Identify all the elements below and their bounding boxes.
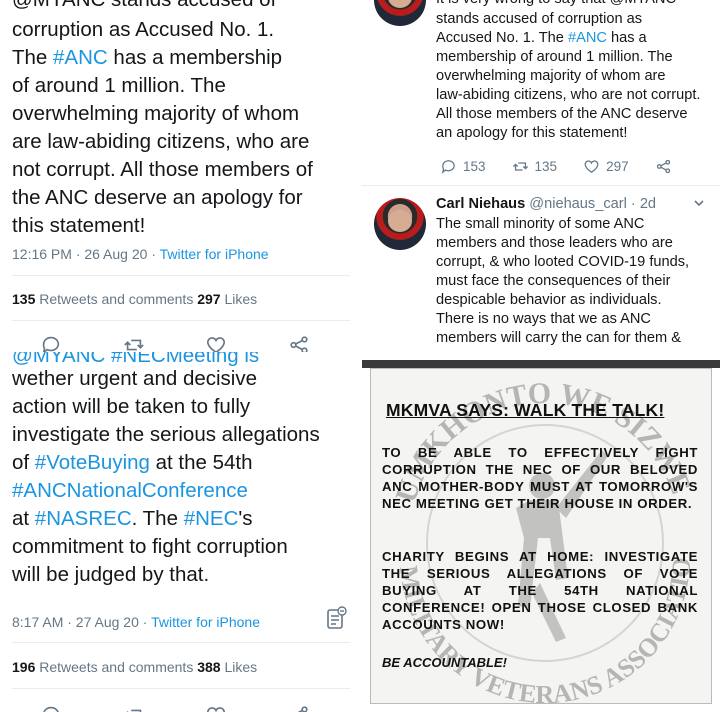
action-bar bbox=[0, 704, 340, 712]
tweet-detail-2: @MYANC #NECMeeting is wether urgent and … bbox=[0, 352, 358, 712]
poster-footer: BE ACCOUNTABLE! bbox=[382, 655, 507, 670]
hashtag-link[interactable]: #ANC bbox=[568, 30, 607, 46]
hashtag-link[interactable]: #VoteBuying bbox=[35, 451, 150, 474]
like-icon bbox=[584, 160, 599, 173]
share-icon bbox=[656, 159, 670, 174]
tweet-text-partial: It is very wrong to say that @MYANC bbox=[436, 0, 676, 9]
poster-border bbox=[362, 360, 720, 368]
action-bar: 153 135 297 bbox=[440, 158, 672, 175]
document-icon[interactable] bbox=[326, 606, 348, 635]
hashtag-link[interactable]: #ANC bbox=[53, 46, 108, 69]
share-button[interactable] bbox=[655, 158, 672, 175]
timeline-panel: It is very wrong to say that @MYANC stan… bbox=[362, 0, 720, 360]
hashtag-link[interactable]: #NASREC bbox=[35, 507, 132, 530]
like-icon[interactable] bbox=[205, 704, 227, 712]
avatar[interactable] bbox=[374, 0, 426, 26]
tweet-text: wether urgent and decisive action will b… bbox=[12, 367, 320, 586]
source-link[interactable]: Twitter for iPhone bbox=[160, 246, 269, 262]
share-icon[interactable] bbox=[288, 334, 310, 352]
poster-title: MKMVA SAYS: WALK THE TALK! bbox=[386, 400, 665, 420]
divider bbox=[362, 185, 720, 186]
tweet-timestamp: 8:17 AM · 27 Aug 20 · Twitter for iPhone bbox=[12, 614, 260, 630]
like-icon[interactable] bbox=[205, 334, 227, 352]
retweet-icon bbox=[512, 162, 528, 171]
author-handle: @niehaus_carl · 2d bbox=[529, 196, 657, 212]
tweet-text-partial: @MYANC stands accused of bbox=[0, 0, 284, 14]
author-name[interactable]: Carl Niehaus bbox=[436, 196, 525, 212]
tweet-detail-1: @MYANC stands accused of corruption as A… bbox=[0, 0, 358, 352]
like-button[interactable]: 297 bbox=[583, 158, 629, 175]
tweet-text: The small minority of some ANC members a… bbox=[436, 216, 690, 346]
poster-image: UMKHONTO WE SIZWE MILITARY VETERANS ASSO… bbox=[362, 360, 720, 712]
reply-icon[interactable] bbox=[40, 334, 62, 352]
retweet-icon[interactable] bbox=[123, 704, 145, 712]
hashtag-link[interactable]: #NEC bbox=[184, 507, 239, 530]
tweet-text: stands accused of corruption as Accused … bbox=[436, 11, 701, 141]
divider bbox=[12, 688, 350, 689]
divider bbox=[12, 275, 350, 276]
source-link[interactable]: Twitter for iPhone bbox=[151, 614, 260, 630]
reply-icon[interactable] bbox=[40, 704, 62, 712]
tweet-timestamp: 12:16 PM · 26 Aug 20 · Twitter for iPhon… bbox=[12, 246, 269, 262]
retweet-button[interactable]: 135 bbox=[512, 158, 557, 175]
avatar[interactable] bbox=[374, 198, 426, 250]
divider bbox=[12, 320, 350, 321]
retweet-icon[interactable] bbox=[123, 334, 145, 352]
hashtag-link[interactable]: #ANCNationalConference bbox=[12, 479, 248, 502]
poster-paragraph-2: Charity begins at home: investigate the … bbox=[382, 549, 698, 632]
chevron-down-icon[interactable] bbox=[692, 196, 706, 215]
engagement-counts[interactable]: 135 Retweets and comments 297 Likes bbox=[0, 291, 257, 307]
tweet-text: corruption as Accused No. 1. The #ANC ha… bbox=[12, 18, 313, 237]
share-icon[interactable] bbox=[288, 704, 310, 712]
action-bar bbox=[0, 334, 340, 352]
tweet-header: Carl Niehaus @niehaus_carl · 2d bbox=[436, 196, 656, 212]
poster-paragraph-1: To be able to effectively fight corrupti… bbox=[382, 445, 698, 511]
reply-icon bbox=[441, 160, 455, 174]
panel-separator bbox=[358, 0, 362, 712]
reply-button[interactable]: 153 bbox=[440, 158, 486, 175]
engagement-counts[interactable]: 196 Retweets and comments 388 Likes bbox=[0, 659, 257, 675]
divider bbox=[12, 642, 350, 643]
